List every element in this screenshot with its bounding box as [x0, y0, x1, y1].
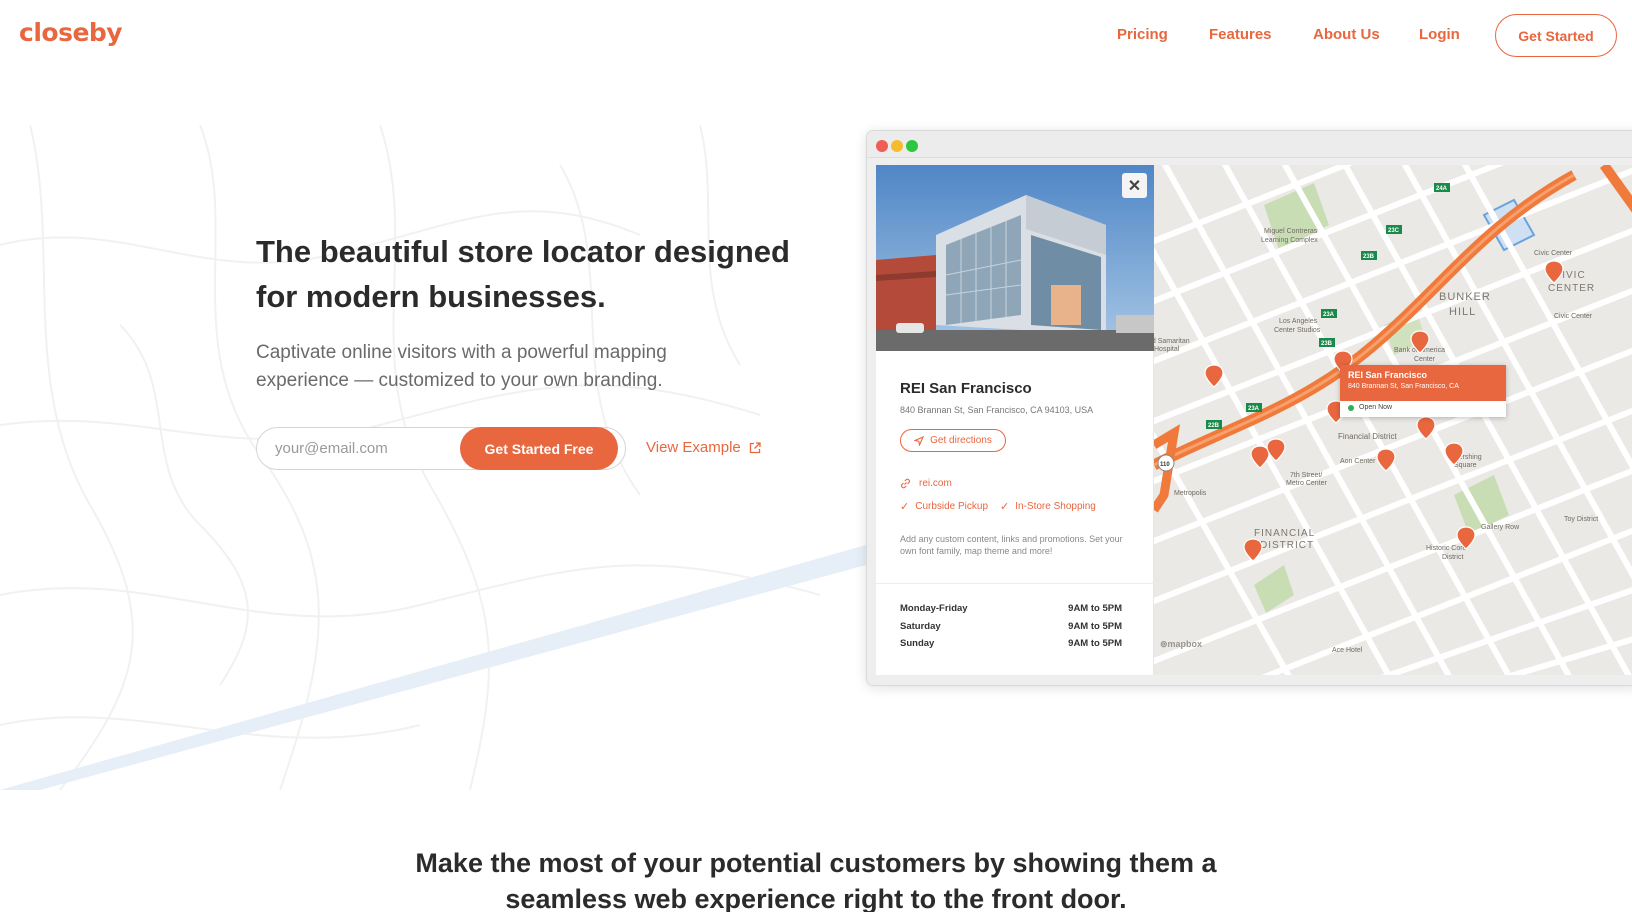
hours-row: Sunday 9AM to 5PM — [900, 638, 1122, 656]
hours-day: Monday-Friday — [900, 603, 968, 614]
svg-text:HILL: HILL — [1449, 306, 1476, 318]
svg-text:23C: 23C — [1388, 228, 1400, 234]
section-heading: Make the most of your potential customer… — [0, 845, 1632, 912]
svg-text:Civic Center: Civic Center — [1534, 250, 1573, 257]
svg-text:Square: Square — [1454, 462, 1477, 469]
hours-day: Saturday — [900, 620, 941, 632]
svg-text:BUNKER: BUNKER — [1439, 291, 1491, 303]
svg-text:Aon Center: Aon Center — [1340, 458, 1376, 465]
svg-text:110: 110 — [1160, 462, 1170, 468]
store-name: REI San Francisco — [900, 380, 1032, 397]
nav-about-us[interactable]: About Us — [1313, 26, 1380, 43]
checkmark-icon: ✓ — [1000, 501, 1010, 513]
nav-login[interactable]: Login — [1419, 26, 1460, 43]
svg-text:Gallery Row: Gallery Row — [1481, 524, 1520, 531]
open-status-label: Open Now — [1359, 404, 1393, 411]
view-example-link[interactable]: View Example — [646, 439, 761, 456]
website-label: rei.com — [919, 478, 952, 489]
svg-text:Learning Complex: Learning Complex — [1261, 237, 1318, 244]
svg-text:23A: 23A — [1323, 312, 1335, 318]
store-photo — [876, 165, 1154, 351]
nav-pricing[interactable]: Pricing — [1117, 26, 1168, 43]
svg-text:24A: 24A — [1436, 186, 1448, 192]
email-placeholder: your@email.com — [275, 440, 388, 457]
store-map[interactable]: 24A 23C 23B 23A 23B 23A 22B 110 Miguel C… — [1154, 165, 1632, 675]
svg-text:Civic Center: Civic Center — [1554, 313, 1593, 320]
features-row: ✓ Curbside Pickup ✓ In-Store Shopping — [900, 500, 1096, 513]
callout-address: 840 Brannan St, San Francisco, CA — [1348, 383, 1459, 390]
svg-text:23A: 23A — [1248, 406, 1260, 412]
section-heading-line-2: seamless web experience right to the fro… — [505, 884, 1127, 912]
opening-hours: Monday-Friday 9AM to 5PM Saturday 9AM to… — [900, 603, 1122, 656]
svg-text:DISTRICT: DISTRICT — [1260, 540, 1314, 551]
section-heading-line-1: Make the most of your potential customer… — [415, 848, 1217, 878]
svg-text:23B: 23B — [1321, 341, 1333, 347]
svg-text:Hospital: Hospital — [1154, 346, 1180, 353]
svg-text:7th Street/: 7th Street/ — [1290, 472, 1322, 479]
link-icon — [901, 478, 910, 489]
feature-curbside: Curbside Pickup — [915, 501, 989, 512]
closeby-logo[interactable]: closeby — [19, 18, 123, 47]
checkmark-icon: ✓ — [900, 501, 910, 513]
custom-content-note: Add any custom content, links and promot… — [900, 534, 1123, 556]
callout-title: REI San Francisco — [1348, 370, 1428, 380]
svg-text:Historic Core: Historic Core — [1426, 545, 1467, 552]
hours-day: Sunday — [900, 638, 935, 649]
close-panel-button[interactable]: ✕ — [1122, 173, 1147, 198]
svg-text:22B: 22B — [1208, 423, 1220, 429]
hero-subheadline: Captivate online visitors with a powerfu… — [256, 342, 667, 391]
hours-time: 9AM to 5PM — [1068, 620, 1122, 632]
hero-headline: The beautiful store locator designed for… — [256, 234, 790, 314]
svg-text:⊚mapbox: ⊚mapbox — [1160, 639, 1202, 649]
svg-text:Metropolis: Metropolis — [1174, 490, 1207, 497]
svg-text:Financial District: Financial District — [1338, 432, 1397, 441]
get-directions-button[interactable]: Get directions — [900, 429, 1006, 452]
navigation-arrow-icon — [914, 435, 925, 446]
svg-text:23B: 23B — [1363, 254, 1375, 260]
store-address: 840 Brannan St, San Francisco, CA 94103,… — [900, 405, 1094, 415]
view-example-label: View Example — [646, 439, 741, 456]
map-callout[interactable]: REI San Francisco 840 Brannan St, San Fr… — [1340, 365, 1506, 417]
close-icon: ✕ — [1127, 177, 1142, 195]
website-link[interactable]: rei.com — [900, 478, 952, 489]
svg-text:Center Studios: Center Studios — [1274, 327, 1321, 334]
divider — [876, 583, 1154, 584]
external-link-icon — [749, 441, 761, 453]
nav-features[interactable]: Features — [1209, 26, 1272, 43]
get-started-free-button[interactable]: Get Started Free — [460, 427, 618, 470]
browser-titlebar — [867, 131, 1632, 158]
callout-status: Open Now — [1340, 401, 1506, 414]
svg-text:Metro Center: Metro Center — [1286, 480, 1328, 487]
svg-text:FINANCIAL: FINANCIAL — [1254, 528, 1315, 539]
feature-in-store: In-Store Shopping — [1015, 501, 1096, 512]
minimize-dot — [891, 140, 903, 152]
hours-time: 9AM to 5PM — [1068, 638, 1122, 649]
get-started-button[interactable]: Get Started — [1495, 14, 1617, 57]
svg-text:CENTER: CENTER — [1548, 283, 1595, 294]
hours-row: Saturday 9AM to 5PM — [900, 621, 1122, 639]
svg-text:Center: Center — [1414, 356, 1436, 363]
callout-header: REI San Francisco 840 Brannan St, San Fr… — [1340, 365, 1506, 401]
open-status-dot — [1348, 404, 1354, 411]
maximize-dot — [906, 140, 918, 152]
get-directions-label: Get directions — [930, 435, 992, 446]
svg-text:od Samaritan: od Samaritan — [1154, 338, 1190, 345]
close-dot — [876, 140, 888, 152]
svg-text:Ace Hotel: Ace Hotel — [1332, 647, 1363, 654]
svg-text:Los Angeles: Los Angeles — [1279, 318, 1318, 325]
hours-time: 9AM to 5PM — [1068, 603, 1122, 614]
hours-row: Monday-Friday 9AM to 5PM — [900, 603, 1122, 621]
map-canvas[interactable]: 24A 23C 23B 23A 23B 23A 22B 110 Miguel C… — [1154, 165, 1632, 675]
svg-text:District: District — [1442, 554, 1463, 561]
svg-text:Miguel Contreras: Miguel Contreras — [1264, 228, 1318, 235]
svg-text:Toy District: Toy District — [1564, 516, 1598, 523]
location-panel: ✕ REI San Francisco 840 Brannan St, San … — [876, 165, 1154, 675]
product-mockup: ✕ REI San Francisco 840 Brannan St, San … — [866, 130, 1632, 686]
